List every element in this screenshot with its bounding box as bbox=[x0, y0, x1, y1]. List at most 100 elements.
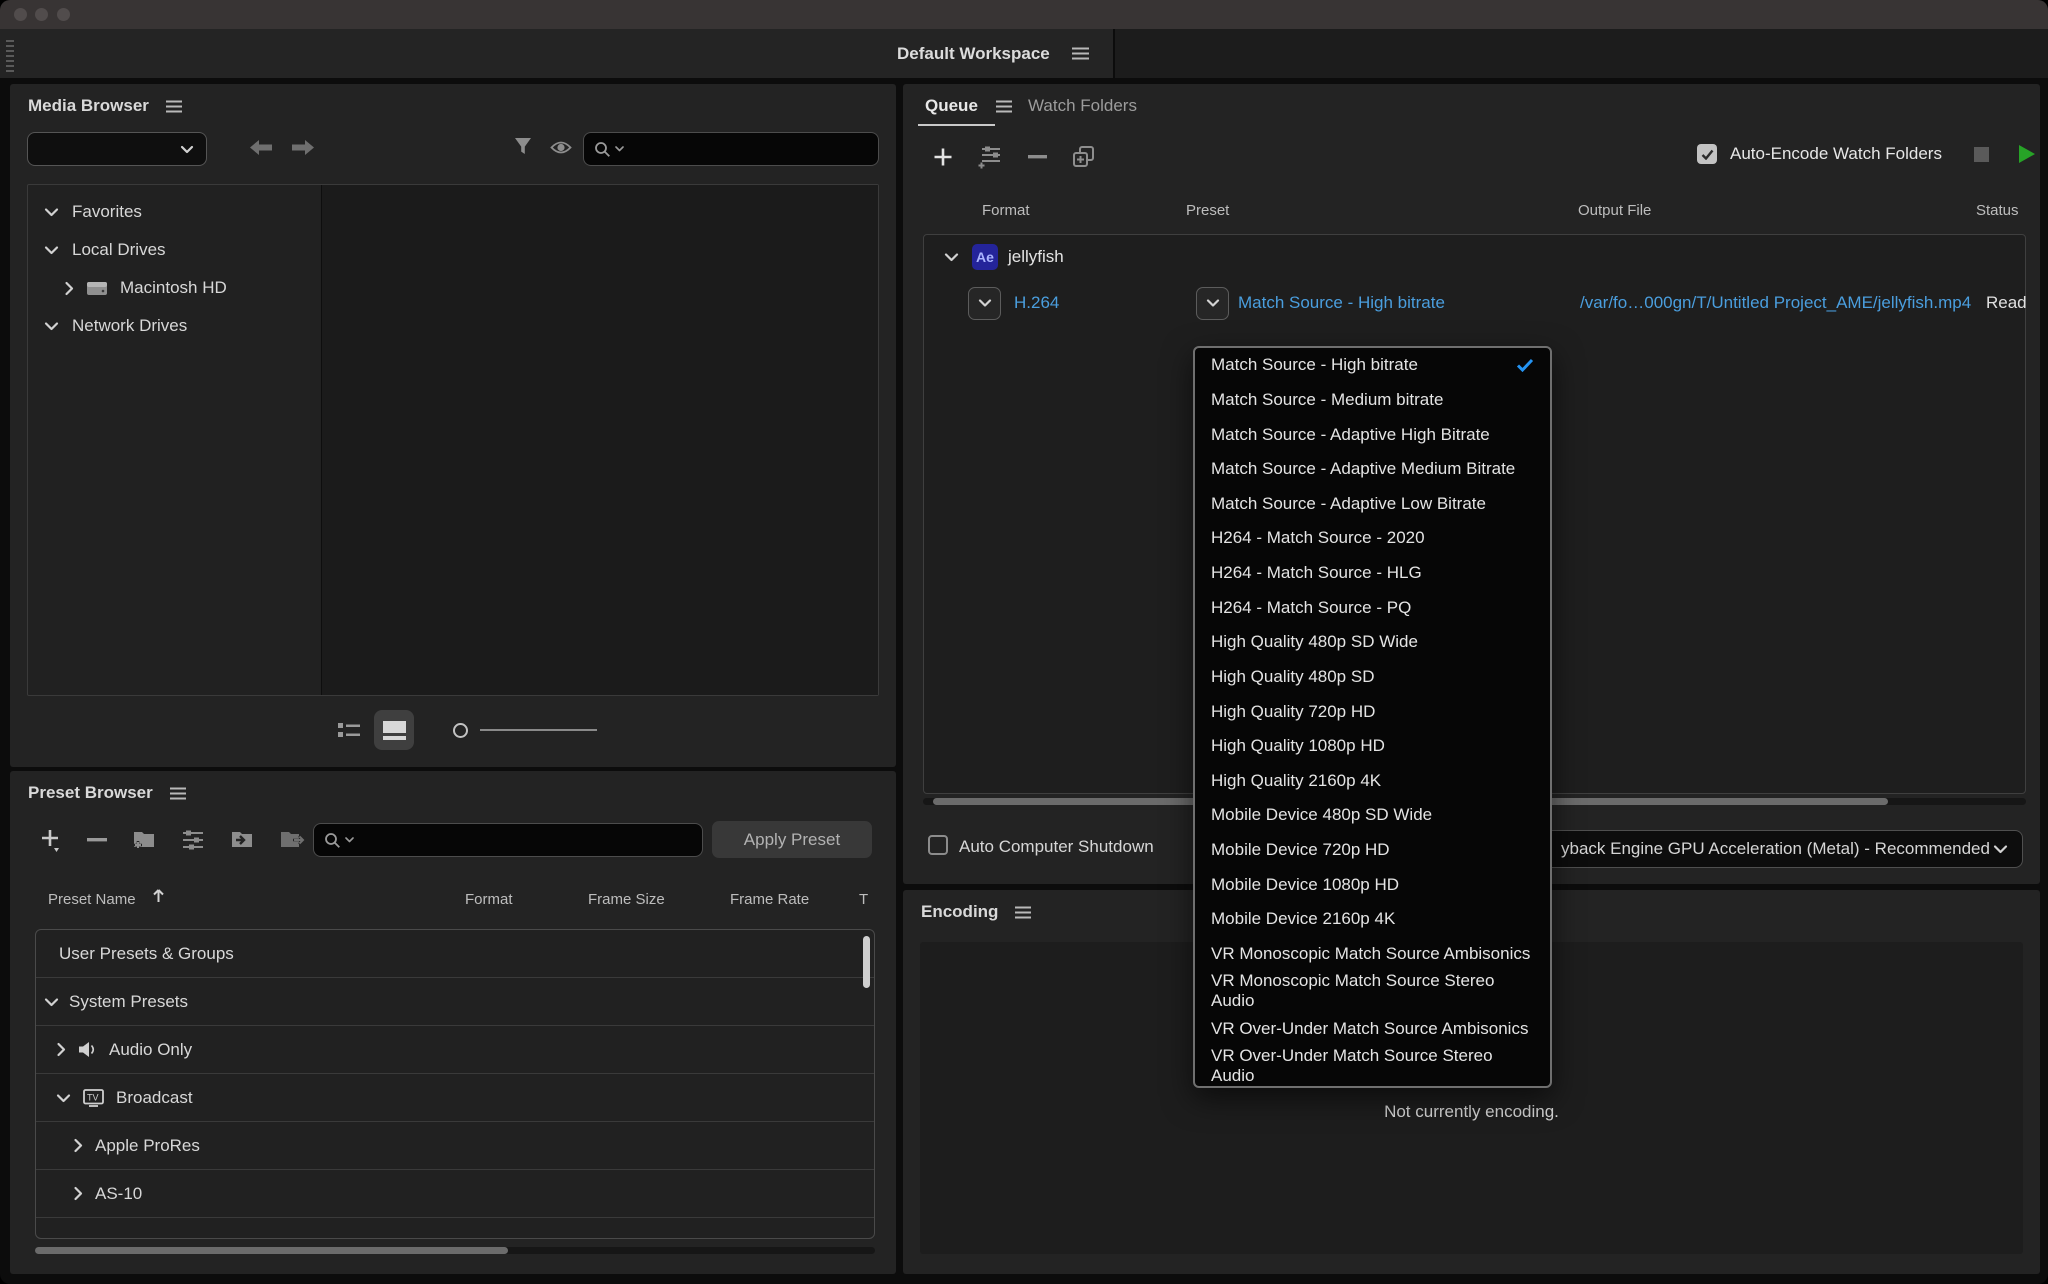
preset-menu-item[interactable]: High Quality 2160p 4K bbox=[1195, 764, 1550, 799]
preset-menu-item[interactable]: Mobile Device 480p SD Wide bbox=[1195, 798, 1550, 833]
chevron-right-icon[interactable] bbox=[73, 1186, 83, 1201]
preset-menu-item[interactable]: VR Over-Under Match Source Ambisonics bbox=[1195, 1011, 1550, 1046]
preset-menu-item[interactable]: VR Monoscopic Match Source Ambisonics bbox=[1195, 937, 1550, 972]
export-preset-button[interactable] bbox=[279, 829, 305, 851]
preset-menu-item[interactable]: High Quality 720p HD bbox=[1195, 694, 1550, 729]
chevron-down-icon[interactable] bbox=[44, 207, 59, 217]
preset-row-as10[interactable]: AS-10 bbox=[36, 1170, 874, 1218]
column-header-output-file[interactable]: Output File bbox=[1578, 202, 1651, 219]
column-header-target-rate[interactable]: T bbox=[859, 891, 868, 908]
media-search-field[interactable] bbox=[583, 132, 879, 166]
preset-menu-item[interactable]: Match Source - High bitrate bbox=[1195, 348, 1550, 383]
preset-menu-item[interactable]: H264 - Match Source - PQ bbox=[1195, 590, 1550, 625]
preset-row-user-presets[interactable]: User Presets & Groups bbox=[36, 930, 874, 978]
chevron-right-icon[interactable] bbox=[56, 1042, 66, 1057]
thumbnail-size-slider-knob[interactable] bbox=[453, 723, 468, 738]
remove-item-button[interactable] bbox=[1028, 154, 1047, 160]
column-header-format[interactable]: Format bbox=[465, 891, 513, 908]
job-output-file-link[interactable]: /var/fo…000gn/T/Untitled Project_AME/jel… bbox=[1580, 293, 1958, 313]
tab-watch-folders[interactable]: Watch Folders bbox=[1028, 96, 1137, 116]
column-header-frame-size[interactable]: Frame Size bbox=[588, 891, 665, 908]
chevron-down-icon[interactable] bbox=[44, 997, 59, 1007]
tree-item-label: Local Drives bbox=[72, 240, 166, 260]
column-header-format[interactable]: Format bbox=[982, 202, 1030, 219]
remove-preset-button[interactable] bbox=[87, 837, 107, 843]
chevron-down-icon[interactable] bbox=[44, 245, 59, 255]
media-browser-panel-menu-icon[interactable] bbox=[166, 100, 182, 113]
eye-icon[interactable] bbox=[550, 140, 572, 155]
tree-item-favorites[interactable]: Favorites bbox=[28, 193, 320, 231]
preset-menu-item[interactable]: Mobile Device 2160p 4K bbox=[1195, 902, 1550, 937]
preset-menu-item[interactable]: High Quality 480p SD bbox=[1195, 660, 1550, 695]
preset-row-system-presets[interactable]: System Presets bbox=[36, 978, 874, 1026]
add-preset-button[interactable] bbox=[40, 828, 62, 852]
preset-search-input[interactable] bbox=[358, 824, 702, 856]
preset-menu-item[interactable]: Match Source - Adaptive High Bitrate bbox=[1195, 417, 1550, 452]
forward-button[interactable] bbox=[291, 139, 315, 156]
filter-icon[interactable] bbox=[513, 137, 533, 157]
chevron-down-icon[interactable] bbox=[944, 252, 959, 262]
chevron-right-icon[interactable] bbox=[64, 281, 74, 296]
preset-settings-button[interactable] bbox=[181, 830, 205, 850]
queue-job-row[interactable]: Ae jellyfish bbox=[924, 235, 2025, 279]
tree-item-macintosh-hd[interactable]: Macintosh HD bbox=[28, 269, 320, 307]
preset-menu-item[interactable]: Match Source - Adaptive Medium Bitrate bbox=[1195, 452, 1550, 487]
preset-list-hscrollbar-thumb[interactable] bbox=[35, 1247, 508, 1254]
chevron-right-icon[interactable] bbox=[73, 1138, 83, 1153]
preset-menu-item[interactable]: VR Over-Under Match Source Stereo Audio bbox=[1195, 1046, 1550, 1086]
job-preset-link[interactable]: Match Source - High bitrate bbox=[1238, 293, 1445, 313]
column-header-preset[interactable]: Preset bbox=[1186, 202, 1229, 219]
preset-list-scrollbar[interactable] bbox=[863, 936, 870, 988]
chevron-down-icon[interactable] bbox=[44, 321, 59, 331]
tree-item-local-drives[interactable]: Local Drives bbox=[28, 231, 320, 269]
zoom-window-button[interactable] bbox=[57, 8, 70, 21]
media-search-input[interactable] bbox=[628, 133, 878, 165]
new-preset-group-button[interactable] bbox=[132, 829, 156, 851]
auto-encode-checkbox[interactable] bbox=[1697, 144, 1717, 164]
duplicate-item-button[interactable] bbox=[1072, 145, 1096, 169]
preset-dropdown-button[interactable] bbox=[1196, 287, 1229, 320]
column-header-preset-name[interactable]: Preset Name bbox=[48, 891, 136, 908]
add-output-button[interactable] bbox=[978, 145, 1003, 169]
tab-queue[interactable]: Queue bbox=[925, 96, 1012, 116]
format-dropdown-button[interactable] bbox=[968, 287, 1001, 320]
chevron-down-icon[interactable] bbox=[56, 1093, 71, 1103]
add-source-button[interactable] bbox=[933, 147, 953, 167]
preset-menu-item[interactable]: VR Monoscopic Match Source Stereo Audio bbox=[1195, 971, 1550, 1011]
back-button[interactable] bbox=[249, 139, 273, 156]
preset-menu-item[interactable]: Mobile Device 1080p HD bbox=[1195, 867, 1550, 902]
preset-menu-item[interactable]: High Quality 480p SD Wide bbox=[1195, 625, 1550, 660]
tree-item-network-drives[interactable]: Network Drives bbox=[28, 307, 320, 345]
workspace-menu-icon[interactable] bbox=[1072, 47, 1089, 60]
preset-menu-item[interactable]: Match Source - Adaptive Low Bitrate bbox=[1195, 487, 1550, 522]
preset-list-hscrollbar-track[interactable] bbox=[35, 1247, 875, 1254]
queue-panel-menu-icon[interactable] bbox=[996, 100, 1012, 113]
list-view-button[interactable] bbox=[338, 722, 360, 739]
preset-browser-panel-menu-icon[interactable] bbox=[170, 787, 186, 800]
thumbnail-size-slider-track[interactable] bbox=[480, 729, 597, 731]
preset-search-field[interactable] bbox=[313, 823, 703, 857]
preset-menu-item[interactable]: Mobile Device 720p HD bbox=[1195, 833, 1550, 868]
media-source-select[interactable] bbox=[27, 132, 207, 166]
minimize-window-button[interactable] bbox=[35, 8, 48, 21]
job-format-link[interactable]: H.264 bbox=[1014, 293, 1059, 313]
workspace-tab[interactable]: Default Workspace bbox=[897, 29, 1089, 78]
apply-preset-button[interactable]: Apply Preset bbox=[712, 821, 872, 858]
auto-shutdown-checkbox[interactable] bbox=[928, 835, 948, 855]
sort-ascending-icon[interactable] bbox=[152, 887, 165, 903]
thumbnail-view-button[interactable] bbox=[374, 710, 414, 750]
preset-row-apple-prores[interactable]: Apple ProRes bbox=[36, 1122, 874, 1170]
preset-menu-item[interactable]: H264 - Match Source - 2020 bbox=[1195, 521, 1550, 556]
encoding-panel-menu-icon[interactable] bbox=[1015, 906, 1031, 919]
preset-row-broadcast[interactable]: TV Broadcast bbox=[36, 1074, 874, 1122]
preset-menu-item[interactable]: Match Source - Medium bitrate bbox=[1195, 383, 1550, 418]
column-header-frame-rate[interactable]: Frame Rate bbox=[730, 891, 809, 908]
stop-queue-button[interactable] bbox=[1974, 147, 1989, 162]
start-queue-button[interactable] bbox=[2019, 145, 2035, 163]
preset-menu-item[interactable]: H264 - Match Source - HLG bbox=[1195, 556, 1550, 591]
import-preset-button[interactable] bbox=[230, 829, 254, 851]
preset-menu-item[interactable]: High Quality 1080p HD bbox=[1195, 729, 1550, 764]
preset-row-audio-only[interactable]: Audio Only bbox=[36, 1026, 874, 1074]
close-window-button[interactable] bbox=[14, 8, 27, 21]
column-header-status[interactable]: Status bbox=[1976, 202, 2019, 219]
